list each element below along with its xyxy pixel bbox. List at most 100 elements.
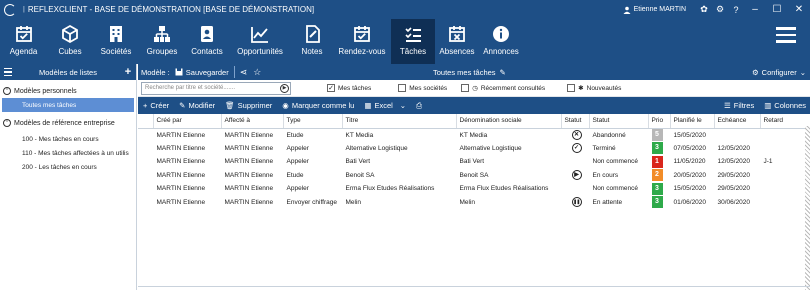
- add-model-button[interactable]: +: [120, 66, 136, 78]
- hierarchy-icon: [154, 26, 170, 42]
- column-header[interactable]: Echéance: [714, 114, 761, 129]
- filter-lines-icon: ☰: [724, 101, 731, 110]
- delete-button[interactable]: 🗑 Supprimer: [225, 101, 272, 110]
- filter-nouveautes[interactable]: ✱ Nouveautés: [567, 84, 621, 92]
- favorite-star-icon[interactable]: ☆: [253, 67, 261, 78]
- menu-icon[interactable]: [0, 68, 16, 76]
- column-header[interactable]: Prio: [648, 114, 671, 129]
- cell-planned: 15/05/2020: [673, 185, 707, 193]
- nav-item-rendezvous[interactable]: Rendez-vous: [333, 19, 391, 64]
- priority-badge: 1: [651, 155, 663, 168]
- cell-status: Non commencé: [592, 158, 639, 166]
- share-icon[interactable]: ⋖: [240, 67, 248, 78]
- cell-late: [760, 169, 810, 183]
- cell-status: Non commencé: [592, 185, 639, 193]
- cell-planned: 07/05/2020: [673, 144, 707, 152]
- table-row[interactable]: MARTIN Etienne MARTIN Etienne Appeler Alter…: [138, 142, 810, 156]
- column-header[interactable]: Affecté à: [221, 114, 284, 129]
- close-button[interactable]: ✕: [788, 4, 810, 15]
- cell-assigned: MARTIN Etienne: [224, 171, 274, 179]
- settings-gear-icon[interactable]: ⚙: [712, 4, 728, 15]
- floppy-icon: [175, 68, 183, 76]
- cell-company: KT Media: [459, 131, 488, 139]
- app-logo-icon: [4, 3, 16, 16]
- nav-item-societes[interactable]: Sociétés: [93, 19, 139, 64]
- group-enterprise-models[interactable]: ⌃ Modèles de référence entreprise: [0, 116, 136, 130]
- checkbox[interactable]: [398, 84, 407, 92]
- model-item[interactable]: 200 - Les tâches en cours: [0, 160, 136, 174]
- column-header[interactable]: Dénomination sociale: [456, 114, 562, 129]
- cell-title: Erma Flux Etudes Réalisations: [345, 185, 435, 193]
- collapse-icon: ⌃: [3, 87, 11, 95]
- mark-read-button[interactable]: ◉ Marquer comme lu: [282, 101, 354, 110]
- table-row[interactable]: MARTIN Etienne MARTIN Etienne Appeler Bati …: [138, 155, 810, 169]
- column-header[interactable]: Statut: [589, 114, 649, 129]
- window-title: REFLEXCLIENT - BASE DE DÉMONSTRATION [BA…: [27, 5, 315, 14]
- checkbox[interactable]: [461, 84, 470, 92]
- table-row[interactable]: MARTIN Etienne MARTIN Etienne Etude KT Medi…: [138, 128, 810, 142]
- column-header[interactable]: Planifié le: [670, 114, 715, 129]
- print-button[interactable]: ⎙: [416, 101, 422, 111]
- cell-due: 29/05/2020: [717, 185, 751, 193]
- cell-status: Terminé: [592, 144, 616, 152]
- edit-icon[interactable]: ✎: [500, 68, 506, 77]
- nav-item-cubes[interactable]: Cubes: [47, 19, 93, 64]
- minimize-button[interactable]: –: [744, 4, 766, 15]
- palette-icon[interactable]: ✿: [696, 4, 712, 15]
- cell-planned: 20/05/2020: [673, 171, 707, 179]
- search-input[interactable]: Recherche par titre et société....... ▶: [141, 81, 291, 95]
- nav-item-annonces[interactable]: Annonces: [479, 19, 523, 64]
- left-panel-header: Modèles de listes +: [0, 64, 136, 80]
- checkbox[interactable]: [567, 84, 576, 92]
- filter-recemment-consultes[interactable]: ◷ Récemment consultés: [461, 84, 545, 92]
- sparkle-icon: ✱: [578, 85, 584, 92]
- nav-item-groupes[interactable]: Groupes: [139, 19, 185, 64]
- column-header[interactable]: Type: [283, 114, 343, 129]
- title-bar: | REFLEXCLIENT - BASE DE DÉMONSTRATION […: [0, 0, 810, 19]
- column-header[interactable]: Créé par: [153, 114, 222, 129]
- cell-title: Alternative Logistique: [345, 144, 408, 152]
- columns-button[interactable]: ▥ Colonnes: [764, 101, 806, 110]
- model-item[interactable]: Toutes mes tâches: [2, 98, 134, 112]
- maximize-button[interactable]: ☐: [766, 4, 788, 15]
- filter-mes-taches[interactable]: ✓ Mes tâches: [327, 84, 371, 92]
- tasks-icon: [405, 27, 421, 42]
- user-menu[interactable]: Etienne MARTIN: [623, 6, 686, 14]
- nav-item-taches[interactable]: Tâches: [391, 19, 435, 64]
- nav-item-opportunites[interactable]: Opportunités: [229, 19, 291, 64]
- table-row[interactable]: MARTIN Etienne MARTIN Etienne Etude Benoit …: [138, 169, 810, 183]
- checkbox-checked[interactable]: ✓: [327, 84, 335, 92]
- filter-mes-societes[interactable]: Mes sociétés: [398, 84, 447, 92]
- excel-button[interactable]: ▦ Excel ⌄: [364, 101, 406, 110]
- nav-item-notes[interactable]: Notes: [291, 19, 333, 64]
- column-header[interactable]: Titre: [342, 114, 457, 129]
- save-model-button[interactable]: Sauvegarder: [175, 68, 229, 77]
- cell-created-by: MARTIN Etienne: [156, 198, 206, 206]
- cell-due: 12/05/2020: [717, 144, 751, 152]
- cell-title: Melin: [345, 198, 362, 206]
- filters-button[interactable]: ☰ Filtres: [724, 101, 754, 110]
- configure-button[interactable]: ⚙ Configurer ⌄: [752, 68, 806, 77]
- priority-badge: 3: [651, 182, 663, 195]
- table-row[interactable]: MARTIN Etienne MARTIN Etienne Envoyer chif…: [138, 196, 810, 210]
- cell-company: Alternative Logistique: [459, 144, 522, 152]
- edit-button[interactable]: ✎ Modifier: [179, 101, 215, 110]
- help-icon[interactable]: ?: [728, 5, 744, 15]
- nav-item-agenda[interactable]: Agenda: [0, 19, 47, 64]
- create-button[interactable]: + Créer: [143, 101, 169, 110]
- group-personal-models[interactable]: ⌃ Modèles personnels: [0, 84, 136, 98]
- cell-company: Bati Vert: [459, 158, 485, 166]
- cell-created-by: MARTIN Etienne: [156, 158, 206, 166]
- table-row[interactable]: MARTIN Etienne MARTIN Etienne Appeler Erma …: [138, 182, 810, 196]
- cell-type: Appeler: [286, 144, 309, 152]
- nav-item-absences[interactable]: Absences: [435, 19, 479, 64]
- model-item[interactable]: 100 - Mes tâches en cours: [0, 132, 136, 146]
- cell-due: 29/05/2020: [717, 171, 751, 179]
- column-header[interactable]: Retard: [760, 114, 810, 129]
- pause-circle-icon: ❚❚: [571, 197, 582, 208]
- search-go-icon[interactable]: ▶: [280, 83, 289, 93]
- model-item[interactable]: 110 - Mes tâches affectées à un utilis: [0, 146, 136, 160]
- column-header[interactable]: Statut: [561, 114, 590, 129]
- nav-item-contacts[interactable]: Contacts: [185, 19, 229, 64]
- hamburger-menu-icon[interactable]: [776, 27, 796, 43]
